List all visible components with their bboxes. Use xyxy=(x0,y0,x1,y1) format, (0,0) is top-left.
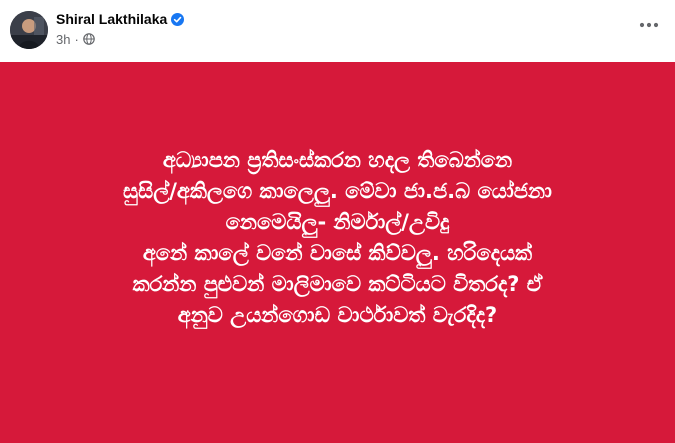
globe-icon xyxy=(83,33,95,45)
verified-badge-icon xyxy=(171,12,185,26)
meta-separator: · xyxy=(74,31,79,47)
more-options-icon xyxy=(639,22,659,28)
post-text-line: නෙමෙයිලු- නිර්මාල්/උවිදු xyxy=(225,209,450,234)
post-text-line: අනුව උයන්ගොඩ වාර්ථාවත් වැරදිද? xyxy=(177,302,498,327)
author-name[interactable]: Shiral Lakthilaka xyxy=(56,11,167,27)
more-options-button[interactable] xyxy=(637,13,661,37)
author-row: Shiral Lakthilaka xyxy=(56,10,185,28)
post-meta: 3h · xyxy=(56,31,95,47)
post-text-line: අනේ කාලේ වනේ වාසේ කිව්වලු. හරිදෙයක් xyxy=(142,240,533,265)
post-text-line: කරන්න පුළුවන් මාලිමාවෙ කට්ටියට විතරද? ඒ xyxy=(132,271,543,296)
post-text-line: සුසිල්/අකිලගෙ කාලෙලු. මේවා ජා.ජ.බ යෝජනා xyxy=(123,178,552,203)
post-header: Shiral Lakthilaka 3h · xyxy=(0,0,675,62)
profile-photo-icon xyxy=(10,11,48,49)
avatar[interactable] xyxy=(10,11,48,49)
post-text: අධ්‍යාපන ප්‍රතිසංස්කරන හදල තිබෙන්නෙ සුසි… xyxy=(28,145,648,331)
post-content-background: අධ්‍යාපන ප්‍රතිසංස්කරන හදල තිබෙන්නෙ සුසි… xyxy=(0,62,675,443)
post-text-line: අධ්‍යාපන ප්‍රතිසංස්කරන හදල තිබෙන්නෙ xyxy=(162,147,513,172)
post-time[interactable]: 3h xyxy=(56,32,70,47)
